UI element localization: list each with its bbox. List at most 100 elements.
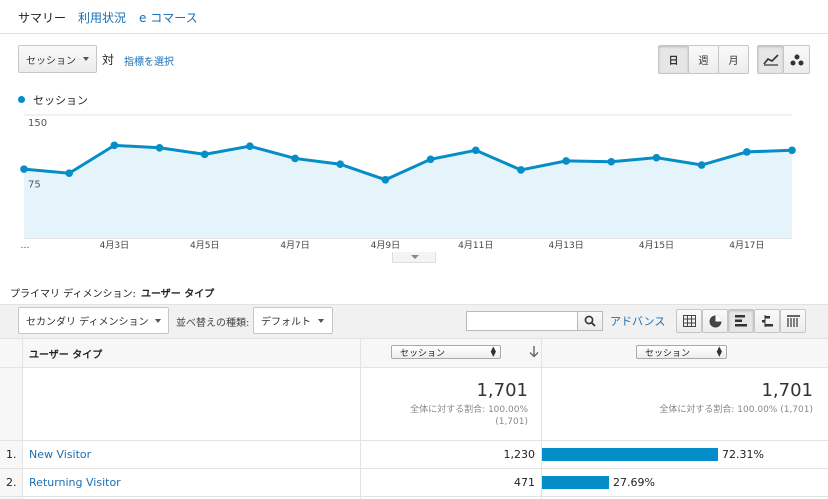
sort-desc-arrow-icon[interactable]: [529, 346, 539, 358]
data-point: [652, 153, 661, 162]
y-tick-label: 75: [28, 180, 41, 191]
chevron-down-icon: [83, 57, 89, 61]
pivot-view-icon: [786, 315, 800, 327]
metric-column-select-2[interactable]: セッション ▲ ▼: [636, 345, 727, 359]
divider: [0, 468, 828, 469]
secondary-dimension-dropdown[interactable]: セカンダリ ディメンション: [18, 307, 169, 334]
y-tick-label: 150: [28, 118, 47, 129]
row-percent-bar: [542, 476, 609, 489]
chart-area: [23, 143, 793, 238]
metric-column-select-2-label: セッション: [645, 348, 691, 359]
updown-arrows-icon: ▲ ▼: [716, 345, 722, 358]
line-chart-icon: [762, 53, 779, 66]
primary-dimension-value: ユーザー タイプ: [141, 289, 215, 300]
data-point: [20, 165, 28, 173]
data-point: [246, 142, 254, 150]
data-point: [743, 148, 751, 156]
dimension-header[interactable]: ユーザー タイプ: [29, 346, 102, 361]
comparison-view-icon: [761, 315, 773, 327]
pivot-view-button[interactable]: [780, 309, 806, 333]
advanced-link[interactable]: アドバンス: [610, 313, 665, 329]
comparison-view-button[interactable]: [754, 309, 780, 333]
table-search-input[interactable]: [466, 311, 578, 331]
search-icon: [584, 315, 596, 327]
row-dimension-link-returning-visitor[interactable]: Returning Visitor: [29, 476, 121, 489]
row-percent-label: 72.31%: [722, 448, 764, 461]
tab-summary[interactable]: サマリー: [18, 9, 66, 26]
secondary-dimension-label: セカンダリ ディメンション: [26, 317, 149, 328]
primary-dimension-label: プライマリ ディメンション:: [10, 289, 136, 300]
week-button-label: 週: [698, 56, 709, 67]
caret-down-icon: [411, 255, 419, 259]
x-tick-label: 4月7日: [280, 240, 309, 251]
divider: [0, 496, 828, 497]
table-view-button[interactable]: [676, 309, 702, 333]
line-chart-button[interactable]: [757, 45, 784, 74]
data-point: [562, 157, 570, 165]
row-dimension-link-new-visitor[interactable]: New Visitor: [29, 448, 91, 461]
total-sessions-1: 1,701: [476, 380, 528, 401]
sort-type-label: 並べ替えの種類:: [176, 318, 250, 329]
table-view-icon: [682, 315, 696, 327]
performance-view-icon: [734, 315, 747, 327]
data-point: [110, 141, 119, 150]
updown-arrows-icon: ▲ ▼: [490, 345, 496, 358]
motion-chart-icon: [790, 54, 803, 65]
metric-column-select-1-label: セッション: [400, 348, 446, 359]
divider: [360, 338, 361, 499]
pie-view-button[interactable]: [702, 309, 728, 333]
data-point: [381, 175, 390, 184]
row-sessions: 1,230: [503, 448, 536, 461]
sort-type-value: デフォルト: [261, 317, 311, 328]
data-point: [200, 150, 209, 159]
divider: [0, 367, 828, 368]
x-tick-label: 4月5日: [190, 240, 219, 251]
week-button[interactable]: 週: [688, 45, 719, 74]
sessions-line-chart: 150 75 … 4月3日 4月5日 4月7日 4月9日 4月11日 4月13日 4月15日 4月…: [20, 114, 796, 251]
total-percent-2: 全体に対する割合: 100.00% (1,701): [659, 405, 813, 415]
data-point: [65, 169, 73, 178]
divider: [22, 338, 23, 499]
sort-type-dropdown[interactable]: デフォルト: [253, 307, 333, 334]
data-point: [788, 146, 796, 155]
row-sessions: 471: [514, 476, 535, 489]
chevron-down-icon: [318, 318, 324, 323]
metric-dropdown[interactable]: セッション: [18, 45, 97, 73]
pie-view-icon: [709, 315, 721, 327]
data-point: [155, 144, 164, 152]
select-metric-link[interactable]: 指標を選択: [124, 53, 174, 68]
row-index: 2.: [6, 476, 17, 489]
chevron-down-icon: [155, 318, 162, 323]
data-point: [607, 157, 616, 166]
row-index: 1.: [6, 448, 17, 461]
month-button-label: 月: [728, 56, 739, 67]
day-button[interactable]: 日: [658, 45, 689, 74]
performance-view-button[interactable]: [728, 309, 754, 333]
divider: [0, 338, 828, 339]
legend-series-dot: [18, 96, 25, 103]
versus-label: 対: [102, 53, 115, 67]
legend-series-label: セッション: [33, 94, 88, 107]
report-tabs: サマリー 利用状況 e コマース: [0, 0, 828, 34]
metric-column-select-1[interactable]: セッション ▲ ▼: [391, 345, 501, 359]
data-point: [291, 154, 299, 163]
x-tick-label: 4月17日: [729, 240, 764, 251]
x-tick-label: 4月9日: [371, 240, 400, 251]
data-table: ユーザー タイプ セッション ▲ ▼ セッション ▲ ▼ 1,701 全体に対する割…: [0, 338, 828, 499]
motion-chart-button[interactable]: [783, 45, 810, 74]
chart-collapse-handle[interactable]: [392, 252, 436, 263]
x-tick-label: …: [21, 241, 30, 251]
month-button[interactable]: 月: [718, 45, 749, 74]
metric-dropdown-label: セッション: [26, 55, 76, 67]
data-point: [471, 146, 480, 155]
divider: [541, 338, 542, 499]
x-tick-label: 4月11日: [458, 240, 493, 251]
x-tick-label: 4月15日: [639, 240, 674, 251]
x-tick-label: 4月13日: [549, 240, 584, 251]
data-point: [697, 161, 706, 169]
divider: [0, 440, 828, 441]
search-button[interactable]: [577, 311, 603, 331]
series-area-fill: [24, 145, 792, 238]
tab-usage[interactable]: 利用状況: [78, 9, 126, 26]
tab-ecommerce[interactable]: e コマース: [139, 9, 198, 26]
